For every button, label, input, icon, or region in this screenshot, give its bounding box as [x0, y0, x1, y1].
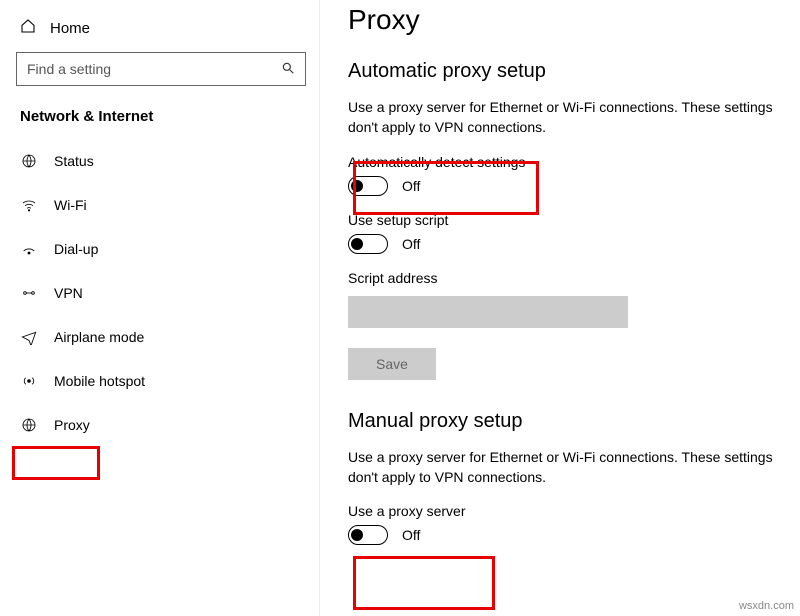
auto-detect-toggle[interactable]	[348, 176, 388, 196]
sidebar-item-label: Mobile hotspot	[54, 373, 145, 389]
setup-script-label: Use setup script	[348, 212, 790, 228]
home-link[interactable]: Home	[16, 12, 319, 52]
auto-section-desc: Use a proxy server for Ethernet or Wi-Fi…	[348, 97, 778, 138]
sidebar-item-proxy[interactable]: Proxy	[16, 403, 319, 447]
sidebar-item-wifi[interactable]: Wi-Fi	[16, 183, 319, 227]
script-address-label: Script address	[348, 270, 790, 286]
status-icon	[20, 153, 38, 169]
airplane-icon	[20, 329, 38, 345]
save-button[interactable]: Save	[348, 348, 436, 380]
page-title: Proxy	[348, 4, 790, 36]
sidebar-item-hotspot[interactable]: Mobile hotspot	[16, 359, 319, 403]
wifi-icon	[20, 197, 38, 213]
sidebar-item-label: Proxy	[54, 417, 90, 433]
watermark: wsxdn.com	[739, 600, 794, 612]
sidebar-item-label: Dial-up	[54, 241, 98, 257]
globe-icon	[20, 417, 38, 433]
category-title: Network & Internet	[20, 108, 319, 125]
sidebar-item-label: Airplane mode	[54, 329, 144, 345]
sidebar-item-vpn[interactable]: VPN	[16, 271, 319, 315]
nav-list: Status Wi-Fi Dial-up VPN	[16, 139, 319, 447]
auto-detect-state: Off	[402, 178, 420, 194]
main-panel: Proxy Automatic proxy setup Use a proxy …	[320, 0, 800, 616]
use-proxy-toggle[interactable]	[348, 525, 388, 545]
search-input[interactable]: Find a setting	[16, 52, 306, 86]
use-proxy-label: Use a proxy server	[348, 503, 790, 519]
manual-section-title: Manual proxy setup	[348, 410, 790, 433]
sidebar-item-label: Wi-Fi	[54, 197, 87, 213]
search-placeholder: Find a setting	[27, 61, 111, 77]
auto-detect-label: Automatically detect settings	[348, 154, 790, 170]
home-label: Home	[50, 20, 90, 37]
sidebar-item-dialup[interactable]: Dial-up	[16, 227, 319, 271]
search-icon	[281, 61, 295, 78]
auto-section-title: Automatic proxy setup	[348, 60, 790, 83]
sidebar: Home Find a setting Network & Internet S…	[0, 0, 320, 616]
home-icon	[20, 18, 36, 38]
setup-script-state: Off	[402, 236, 420, 252]
vpn-icon	[20, 285, 38, 301]
sidebar-item-label: Status	[54, 153, 94, 169]
dialup-icon	[20, 241, 38, 257]
script-address-input[interactable]	[348, 296, 628, 328]
use-proxy-state: Off	[402, 527, 420, 543]
sidebar-item-label: VPN	[54, 285, 83, 301]
sidebar-item-status[interactable]: Status	[16, 139, 319, 183]
hotspot-icon	[20, 373, 38, 389]
sidebar-item-airplane[interactable]: Airplane mode	[16, 315, 319, 359]
setup-script-toggle[interactable]	[348, 234, 388, 254]
manual-section-desc: Use a proxy server for Ethernet or Wi-Fi…	[348, 447, 778, 488]
